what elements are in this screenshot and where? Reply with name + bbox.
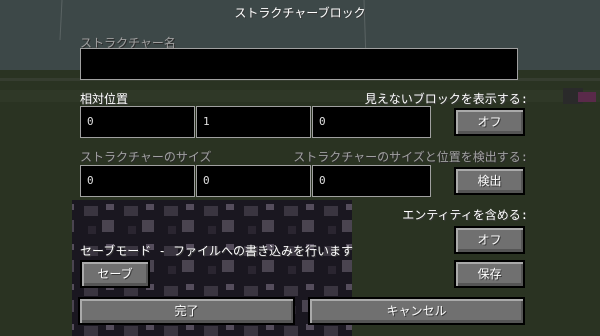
mode-description: セーブモード - ファイルへの書き込みを行います xyxy=(80,244,353,258)
size-x-input[interactable]: 0 xyxy=(80,165,195,197)
relative-position-label: 相対位置 xyxy=(80,92,129,106)
done-button[interactable]: 完了 xyxy=(78,297,295,325)
include-entities-label: エンティティを含める: xyxy=(402,208,528,222)
structure-name-input[interactable] xyxy=(80,48,518,80)
structure-size-label: ストラクチャーのサイズ xyxy=(80,150,212,164)
position-z-input[interactable]: 0 xyxy=(312,106,431,138)
position-x-input[interactable]: 0 xyxy=(80,106,195,138)
include-entities-toggle[interactable]: オフ xyxy=(454,226,525,254)
size-y-input[interactable]: 0 xyxy=(196,165,311,197)
show-invisible-toggle[interactable]: オフ xyxy=(454,108,525,136)
size-z-input[interactable]: 0 xyxy=(312,165,431,197)
position-y-input[interactable]: 1 xyxy=(196,106,311,138)
detect-label: ストラクチャーのサイズと位置を検出する: xyxy=(293,150,528,164)
save-button[interactable]: 保存 xyxy=(454,260,525,288)
detect-button[interactable]: 検出 xyxy=(454,167,525,195)
cancel-button[interactable]: キャンセル xyxy=(308,297,525,325)
screen-title: ストラクチャーブロック xyxy=(234,6,366,20)
show-invisible-label: 見えないブロックを表示する: xyxy=(364,92,528,106)
mode-button[interactable]: セーブ xyxy=(80,260,150,288)
